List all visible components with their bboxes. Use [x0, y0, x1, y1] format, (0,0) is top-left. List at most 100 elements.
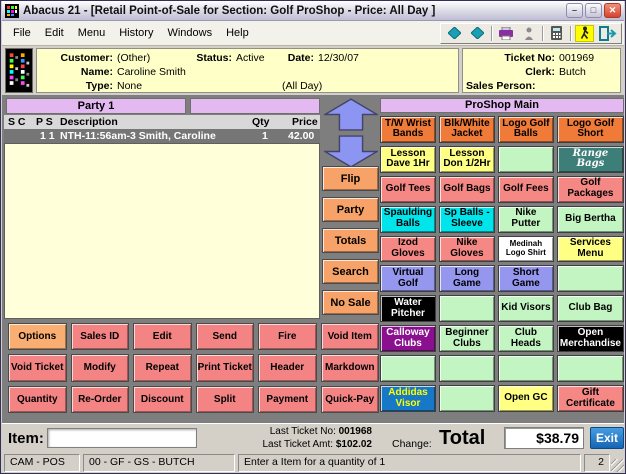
prod-blk-white-jacket-button[interactable]: Blk/White Jacket: [438, 116, 495, 143]
clerk-icon[interactable]: [519, 25, 538, 42]
menu-file[interactable]: File: [6, 23, 38, 43]
menu-menu[interactable]: Menu: [71, 23, 113, 43]
print-icon[interactable]: [496, 25, 515, 42]
action-modify-button[interactable]: Modify: [70, 354, 129, 382]
nav-flip-button[interactable]: Flip: [322, 166, 379, 191]
ticket-no-label: Ticket No:: [504, 52, 555, 64]
prod-medinah-logo-shirt-button[interactable]: Medinah Logo Shirt: [497, 235, 554, 263]
prod-golf-packages-button[interactable]: Golf Packages: [556, 175, 624, 203]
prod-virtual-golf-button[interactable]: Virtual Golf: [380, 265, 436, 293]
prod-logo-golf-short-button[interactable]: Logo Golf Short: [556, 116, 624, 143]
ticket-line-item[interactable]: 1 1 NTH-11:56am-3 Smith, Caroline 1 42.0…: [4, 129, 320, 143]
prod-golf-fees-button[interactable]: Golf Fees: [497, 175, 554, 203]
last-ticket-no-label: Last Ticket No:: [269, 426, 336, 437]
action-edit-button[interactable]: Edit: [133, 323, 192, 351]
exit-button[interactable]: Exit: [590, 427, 624, 449]
prod-blank-button-37[interactable]: [438, 385, 495, 412]
prod-range-bags-button[interactable]: Range Bags: [556, 145, 624, 173]
exit-door-icon[interactable]: [598, 25, 617, 42]
menu-items: File Edit Menu History Windows Help: [6, 23, 256, 43]
action-void-ticket-button[interactable]: Void Ticket: [8, 354, 67, 382]
name-value: Caroline Smith: [117, 66, 186, 78]
prod-gift-certificate-button[interactable]: Gift Certificate: [556, 385, 624, 412]
prod-blank-button-32[interactable]: [380, 355, 436, 383]
resize-grip[interactable]: [611, 459, 624, 472]
prod-club-bag-button[interactable]: Club Bag: [556, 295, 624, 323]
nav-party-button[interactable]: Party: [322, 197, 379, 222]
prod-lesson-don-1-2hr-button[interactable]: Lesson Don 1/2Hr: [438, 145, 495, 173]
prod-nike-putter-button[interactable]: Nike Putter: [497, 205, 554, 233]
walkout-icon[interactable]: [575, 24, 594, 42]
prod-izod-gloves-button[interactable]: Izod Gloves: [380, 235, 436, 263]
party-tab-empty[interactable]: [190, 98, 320, 114]
prod-blank-button-25[interactable]: [438, 295, 495, 323]
action-split-button[interactable]: Split: [195, 385, 254, 413]
action-header-button[interactable]: Header: [258, 354, 317, 382]
prod-spaulding-balls-button[interactable]: Spaulding Balls: [380, 205, 436, 233]
forward-icon[interactable]: [468, 25, 487, 42]
menu-help[interactable]: Help: [219, 23, 256, 43]
prod-blank-button-33[interactable]: [438, 355, 495, 383]
action-send-button[interactable]: Send: [195, 323, 254, 351]
prod-blank-button-23[interactable]: [556, 265, 624, 293]
prod-calloway-clubs-button[interactable]: Calloway Clubs: [380, 325, 436, 353]
prod-open-gc-button[interactable]: Open GC: [497, 385, 554, 412]
menu-history[interactable]: History: [112, 23, 160, 43]
col-ps: P S: [36, 116, 53, 128]
proshop-header: ProShop Main: [380, 98, 624, 113]
prod-blank-button-34[interactable]: [497, 355, 554, 383]
prod-kid-visors-button[interactable]: Kid Visors: [497, 295, 554, 323]
item-input[interactable]: [47, 428, 197, 448]
nav-no-sale-button[interactable]: No Sale: [322, 290, 379, 315]
action-options-button[interactable]: Options: [8, 323, 67, 351]
status-segment-count: 2: [584, 454, 610, 472]
prod-blank-button-6[interactable]: [497, 145, 554, 173]
calculator-icon[interactable]: [547, 25, 566, 42]
prod-golf-bags-button[interactable]: Golf Bags: [438, 175, 495, 203]
action-quantity-button[interactable]: Quantity: [8, 385, 67, 413]
prod-long-game-button[interactable]: Long Game: [438, 265, 495, 293]
prod-big-bertha-button[interactable]: Big Bertha: [556, 205, 624, 233]
prod-blank-button-35[interactable]: [556, 355, 624, 383]
prod-water-pitcher-button[interactable]: Water Pitcher: [380, 295, 436, 323]
prod-sp-balls-sleeve-button[interactable]: Sp Balls - Sleeve: [438, 205, 495, 233]
back-icon[interactable]: [445, 25, 464, 42]
action-payment-button[interactable]: Payment: [258, 385, 317, 413]
clerk-value: Butch: [559, 66, 586, 78]
nav-totals-button[interactable]: Totals: [322, 228, 379, 253]
action-quick-pay-button[interactable]: Quick-Pay: [320, 385, 379, 413]
menu-windows[interactable]: Windows: [160, 23, 219, 43]
last-ticket-amt-label: Last Ticket Amt:: [262, 438, 334, 450]
prod-nike-gloves-button[interactable]: Nike Gloves: [438, 235, 495, 263]
scroll-down-icon[interactable]: [324, 135, 378, 168]
prod-short-game-button[interactable]: Short Game: [497, 265, 554, 293]
action-discount-button[interactable]: Discount: [133, 385, 192, 413]
restore-button[interactable]: □: [585, 3, 602, 18]
prod-t-w-wrist-bands-button[interactable]: T/W Wrist Bands: [380, 116, 436, 143]
name-label: Name:: [80, 66, 113, 78]
action-repeat-button[interactable]: Repeat: [133, 354, 192, 382]
party-tab[interactable]: Party 1: [6, 98, 186, 114]
scroll-up-icon[interactable]: [322, 98, 380, 131]
prod-golf-tees-button[interactable]: Golf Tees: [380, 175, 436, 203]
close-button[interactable]: ✕: [604, 3, 621, 18]
prod-addidas-visor-button[interactable]: Addidas Visor: [380, 385, 436, 412]
prod-open-merchandise-button[interactable]: Open Merchandise: [556, 325, 624, 353]
date-label: Date:: [287, 52, 314, 64]
nav-search-button[interactable]: Search: [322, 259, 379, 284]
action-print-ticket-button[interactable]: Print Ticket: [195, 354, 254, 382]
action-void-item-button[interactable]: Void Item: [320, 323, 379, 351]
action-markdown-button[interactable]: Markdown: [320, 354, 379, 382]
action-sales-id-button[interactable]: Sales ID: [70, 323, 129, 351]
prod-logo-golf-balls-button[interactable]: Logo Golf Balls: [497, 116, 554, 143]
customer-info-panel: Customer: (Other) Name: Caroline Smith T…: [36, 48, 459, 93]
action-re-order-button[interactable]: Re-Order: [70, 385, 129, 413]
action-fire-button[interactable]: Fire: [258, 323, 317, 351]
prod-beginner-clubs-button[interactable]: Beginner Clubs: [438, 325, 495, 353]
prod-services-menu-button[interactable]: Services Menu: [556, 235, 624, 263]
last-ticket-info: Last Ticket No: 001968 Last Ticket Amt: …: [207, 426, 372, 451]
prod-club-heads-button[interactable]: Club Heads: [497, 325, 554, 353]
minimize-button[interactable]: –: [566, 3, 583, 18]
menu-edit[interactable]: Edit: [38, 23, 71, 43]
prod-lesson-dave-1hr-button[interactable]: Lesson Dave 1Hr: [380, 145, 436, 173]
